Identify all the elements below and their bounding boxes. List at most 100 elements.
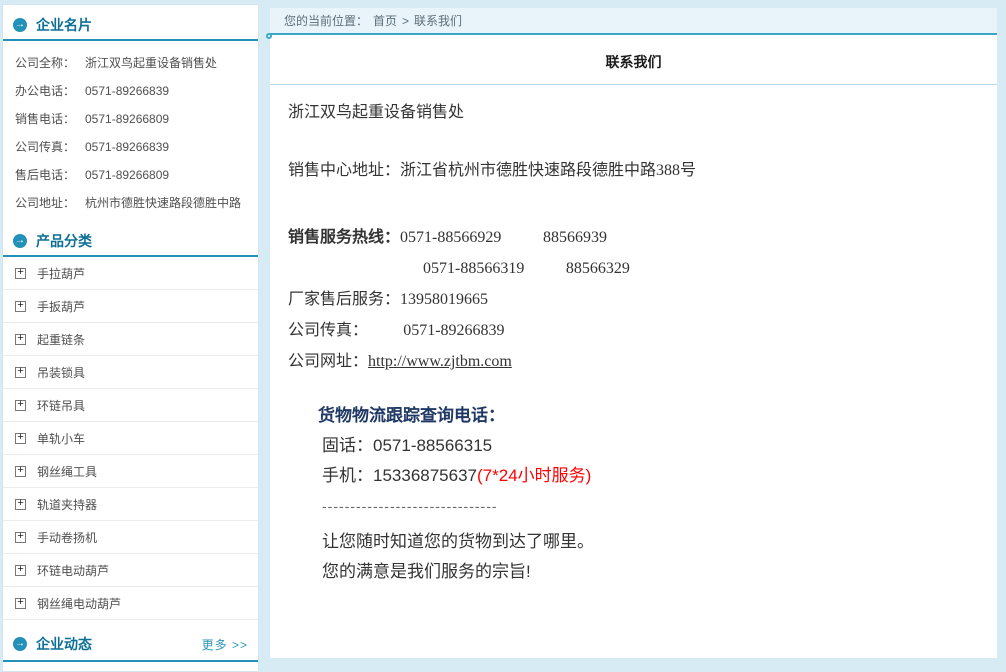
logistics-note-1: 让您随时知道您的货物到达了哪里。 bbox=[318, 527, 977, 557]
logistics-block: 货物物流跟踪查询电话： 固话：0571-88566315 手机：15336875… bbox=[288, 401, 977, 587]
expand-plus-icon[interactable]: + bbox=[15, 466, 26, 477]
field-label: 公司传真： bbox=[15, 133, 85, 161]
category-label: 轨道夹持器 bbox=[37, 496, 97, 513]
news-more-link[interactable]: 更多 >> bbox=[202, 636, 248, 653]
after-sales-number: 13958019665 bbox=[400, 291, 488, 308]
company-field-row: 售后电话： 0571-89266809 bbox=[15, 161, 246, 189]
field-value: 0571-89266809 bbox=[85, 105, 246, 133]
hotline-label: 销售服务热线： bbox=[288, 229, 400, 246]
company-field-row: 办公电话： 0571-89266839 bbox=[15, 77, 246, 105]
sales-center-address: 销售中心地址：浙江省杭州市德胜快速路段德胜中路388号 bbox=[288, 160, 977, 182]
breadcrumb-separator: > bbox=[402, 14, 409, 28]
website-label: 公司网址： bbox=[288, 353, 368, 370]
company-field-row: 公司地址： 杭州市德胜快速路段德胜中路 bbox=[15, 189, 246, 217]
page-title: 联系我们 bbox=[270, 35, 997, 85]
company-card-header: → 企业名片 bbox=[3, 5, 258, 41]
main-content: 您的当前位置： 首页 > 联系我们 联系我们 浙江双鸟起重设备销售处 销售中心地… bbox=[270, 8, 997, 658]
breadcrumb-dot-icon bbox=[266, 33, 272, 39]
service-hours-note: (7*24小时服务) bbox=[477, 466, 591, 485]
category-label: 起重链条 bbox=[37, 331, 85, 348]
website-link[interactable]: http://www.zjtbm.com bbox=[368, 353, 512, 370]
category-label: 手动卷扬机 bbox=[37, 529, 97, 546]
product-categories-title: 产品分类 bbox=[36, 231, 92, 251]
expand-plus-icon[interactable]: + bbox=[15, 268, 26, 279]
contact-content: 浙江双鸟起重设备销售处 销售中心地址：浙江省杭州市德胜快速路段德胜中路388号 … bbox=[270, 102, 997, 587]
hotline-row-1: 销售服务热线：0571-88566929 88566939 bbox=[288, 222, 977, 253]
expand-plus-icon[interactable]: + bbox=[15, 334, 26, 345]
expand-plus-icon[interactable]: + bbox=[15, 565, 26, 576]
company-name-text: 浙江双鸟起重设备销售处 bbox=[288, 102, 977, 124]
category-item-lever-hoist[interactable]: + 手扳葫芦 bbox=[3, 290, 258, 323]
category-label: 环链吊具 bbox=[37, 397, 85, 414]
circle-arrow-icon: → bbox=[13, 18, 27, 32]
field-value: 0571-89266839 bbox=[85, 133, 246, 161]
hotline-number: 0571-88566929 bbox=[400, 229, 501, 246]
category-label: 吊装锁具 bbox=[37, 364, 85, 381]
category-item-monorail-trolley[interactable]: + 单轨小车 bbox=[3, 422, 258, 455]
circle-arrow-icon: → bbox=[13, 637, 27, 651]
breadcrumb-prefix: 您的当前位置： bbox=[284, 12, 368, 29]
category-item-electric-wire-rope-hoist[interactable]: + 钢丝绳电动葫芦 bbox=[3, 587, 258, 620]
after-sales-label: 厂家售后服务： bbox=[288, 291, 400, 308]
dashed-divider: ------------------------------- bbox=[318, 491, 977, 521]
category-label: 环链电动葫芦 bbox=[37, 562, 109, 579]
category-item-electric-chain-hoist[interactable]: + 环链电动葫芦 bbox=[3, 554, 258, 587]
category-item-chain-sling[interactable]: + 环链吊具 bbox=[3, 389, 258, 422]
sidebar: → 企业名片 公司全称： 浙江双鸟起重设备销售处 办公电话： 0571-8926… bbox=[2, 4, 259, 672]
field-value: 0571-89266809 bbox=[85, 161, 246, 189]
fax-label: 公司传真： bbox=[288, 322, 368, 339]
logistics-mobile: 手机：15336875637 bbox=[322, 466, 477, 485]
fax-row: 公司传真： 0571-89266839 bbox=[288, 315, 977, 346]
category-item-lifting-chain[interactable]: + 起重链条 bbox=[3, 323, 258, 356]
logistics-mobile-row: 手机：15336875637(7*24小时服务) bbox=[318, 461, 977, 491]
hotline-row-2: 0571-88566319 88566329 bbox=[288, 253, 977, 284]
hotline-number: 0571-88566319 bbox=[423, 260, 524, 277]
company-news-header: → 企业动态 更多 >> bbox=[3, 622, 258, 662]
field-label: 销售电话： bbox=[15, 105, 85, 133]
expand-plus-icon[interactable]: + bbox=[15, 499, 26, 510]
expand-plus-icon[interactable]: + bbox=[15, 301, 26, 312]
product-categories-header: → 产品分类 bbox=[3, 221, 258, 257]
company-news-title: 企业动态 bbox=[36, 634, 92, 654]
category-label: 手拉葫芦 bbox=[37, 265, 85, 282]
expand-plus-icon[interactable]: + bbox=[15, 433, 26, 444]
contact-rows: 销售服务热线：0571-88566929 88566939 0571-885663… bbox=[288, 222, 977, 377]
logistics-note-2: 您的满意是我们服务的宗旨! bbox=[318, 557, 977, 587]
expand-plus-icon[interactable]: + bbox=[15, 367, 26, 378]
field-value: 浙江双鸟起重设备销售处 bbox=[85, 49, 246, 77]
fax-number: 0571-89266839 bbox=[403, 322, 504, 339]
breadcrumb-home-link[interactable]: 首页 bbox=[373, 12, 397, 29]
breadcrumb-current-link[interactable]: 联系我们 bbox=[414, 12, 462, 29]
expand-plus-icon[interactable]: + bbox=[15, 598, 26, 609]
hotline-number: 88566939 bbox=[543, 229, 607, 246]
company-field-row: 公司全称： 浙江双鸟起重设备销售处 bbox=[15, 49, 246, 77]
logistics-landline: 固话：0571-88566315 bbox=[318, 431, 977, 461]
category-label: 钢丝绳电动葫芦 bbox=[37, 595, 121, 612]
category-item-manual-winch[interactable]: + 手动卷扬机 bbox=[3, 521, 258, 554]
expand-plus-icon[interactable]: + bbox=[15, 400, 26, 411]
field-label: 公司全称： bbox=[15, 49, 85, 77]
category-item-rigging-locks[interactable]: + 吊装锁具 bbox=[3, 356, 258, 389]
after-sales-row: 厂家售后服务：13958019665 bbox=[288, 284, 977, 315]
expand-plus-icon[interactable]: + bbox=[15, 532, 26, 543]
company-field-row: 公司传真： 0571-89266839 bbox=[15, 133, 246, 161]
field-value: 杭州市德胜快速路段德胜中路 bbox=[85, 189, 246, 217]
hotline-number: 88566329 bbox=[566, 260, 630, 277]
company-card-title: 企业名片 bbox=[36, 15, 92, 35]
category-item-rail-clamp[interactable]: + 轨道夹持器 bbox=[3, 488, 258, 521]
logistics-title: 货物物流跟踪查询电话： bbox=[318, 401, 977, 431]
company-field-row: 销售电话： 0571-89266809 bbox=[15, 105, 246, 133]
breadcrumb: 您的当前位置： 首页 > 联系我们 bbox=[270, 8, 997, 35]
field-label: 售后电话： bbox=[15, 161, 85, 189]
product-category-list: + 手拉葫芦 + 手扳葫芦 + 起重链条 + 吊装锁具 + 环链吊具 + 单轨小… bbox=[3, 257, 258, 620]
circle-arrow-icon: → bbox=[13, 234, 27, 248]
field-label: 公司地址： bbox=[15, 189, 85, 217]
category-label: 钢丝绳工具 bbox=[37, 463, 97, 480]
category-item-hand-chain-hoist[interactable]: + 手拉葫芦 bbox=[3, 257, 258, 290]
company-card-list: 公司全称： 浙江双鸟起重设备销售处 办公电话： 0571-89266839 销售… bbox=[3, 41, 258, 221]
field-value: 0571-89266839 bbox=[85, 77, 246, 105]
category-label: 单轨小车 bbox=[37, 430, 85, 447]
website-row: 公司网址：http://www.zjtbm.com bbox=[288, 346, 977, 377]
category-item-wire-rope-tools[interactable]: + 钢丝绳工具 bbox=[3, 455, 258, 488]
field-label: 办公电话： bbox=[15, 77, 85, 105]
